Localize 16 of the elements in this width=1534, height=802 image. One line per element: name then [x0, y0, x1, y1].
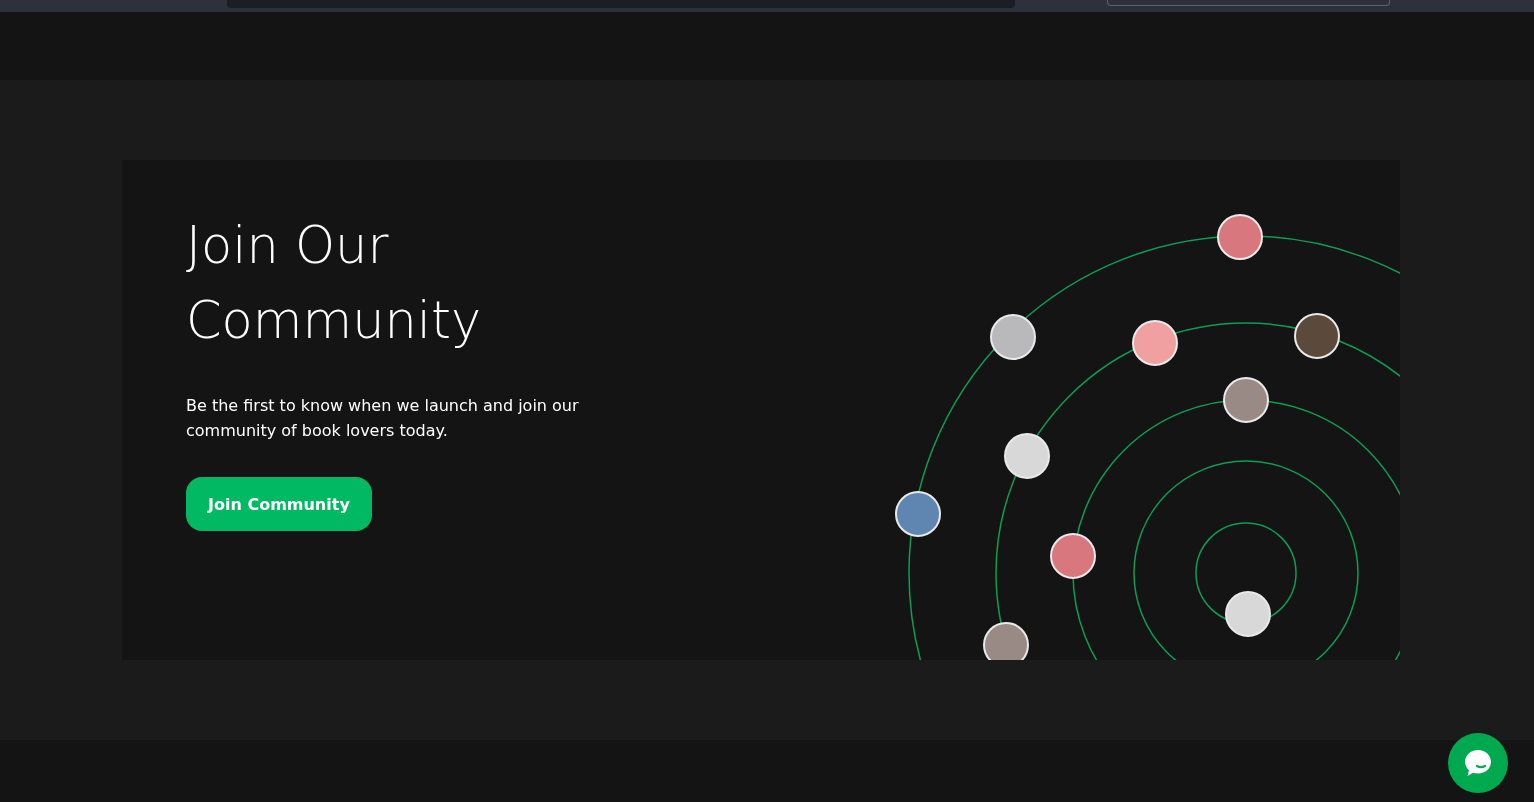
avatar-placeholder: [983, 622, 1029, 660]
avatar-placeholder: [1225, 591, 1271, 637]
input-field[interactable]: [227, 0, 1015, 8]
chat-bubble-icon: [1464, 749, 1492, 777]
avatar-placeholder: [1004, 433, 1050, 479]
avatar-placeholder: [990, 314, 1036, 360]
avatar-placeholder: [1050, 533, 1096, 579]
avatar-placeholder: [1217, 214, 1263, 260]
avatar-placeholder: [1294, 313, 1340, 359]
section-title: Join Our Community: [186, 215, 483, 352]
description-text: Be the first to know when we launch and join our community of book lovers today.: [186, 395, 580, 442]
avatar-placeholder: [1132, 320, 1178, 366]
join-community-button[interactable]: Join Community: [186, 477, 372, 531]
avatar-placeholder: [895, 491, 941, 537]
input-field[interactable]: [1107, 0, 1390, 6]
avatar-placeholder: [1223, 377, 1269, 423]
